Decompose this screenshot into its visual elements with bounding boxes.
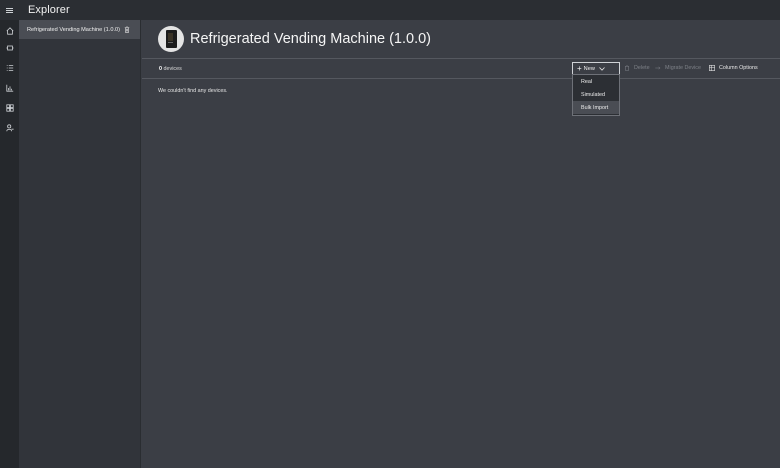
plus-icon: +: [577, 64, 582, 73]
admin-icon[interactable]: [4, 122, 15, 133]
trash-icon: [625, 65, 629, 71]
new-device-menu: Real Simulated Bulk Import: [572, 74, 620, 116]
column-options-label: Column Options: [719, 65, 758, 71]
page-header: Refrigerated Vending Machine (1.0.0): [142, 20, 780, 58]
column-options-icon: [709, 65, 715, 71]
left-nav-rail: [0, 20, 19, 468]
menu-item-simulated[interactable]: Simulated: [573, 88, 619, 101]
device-count: 0 devices: [159, 66, 182, 72]
column-options-button[interactable]: Column Options: [709, 65, 758, 71]
migrate-label: Migrate Device: [665, 65, 701, 71]
app-title: Explorer: [28, 4, 70, 16]
menu-item-real[interactable]: Real: [573, 75, 619, 88]
list-icon[interactable]: [4, 62, 15, 73]
app-window: Explorer Refrigerated Vending Machine (1…: [0, 0, 780, 468]
delete-label: Delete: [634, 65, 650, 71]
explorer-tree: Refrigerated Vending Machine (1.0.0): [19, 20, 141, 468]
device-toolbar: 0 devices + New Delete Migrate Device Co…: [142, 58, 780, 79]
tree-item-device-template[interactable]: Refrigerated Vending Machine (1.0.0): [19, 20, 140, 39]
analytics-icon[interactable]: [4, 82, 15, 93]
hamburger-menu-icon[interactable]: [0, 0, 19, 20]
top-bar: Explorer: [0, 0, 780, 20]
tree-item-label: Refrigerated Vending Machine (1.0.0): [27, 26, 120, 33]
chevron-down-icon: [599, 67, 605, 71]
device-count-label: devices: [163, 66, 182, 72]
new-button-label: New: [583, 66, 595, 72]
device-template-image: [158, 26, 184, 52]
home-icon[interactable]: [4, 25, 15, 36]
menu-item-bulk-import[interactable]: Bulk Import: [573, 101, 619, 114]
main-content: Refrigerated Vending Machine (1.0.0) 0 d…: [142, 20, 780, 468]
migrate-device-button[interactable]: Migrate Device: [655, 65, 701, 71]
dashboard-icon[interactable]: [4, 102, 15, 113]
trash-icon[interactable]: [124, 26, 130, 33]
page-title: Refrigerated Vending Machine (1.0.0): [190, 31, 432, 47]
migrate-icon: [655, 66, 661, 70]
devices-icon[interactable]: [4, 42, 15, 53]
delete-button[interactable]: Delete: [624, 65, 650, 71]
device-count-number: 0: [159, 66, 162, 72]
empty-state-message: We couldn't find any devices.: [158, 88, 228, 94]
